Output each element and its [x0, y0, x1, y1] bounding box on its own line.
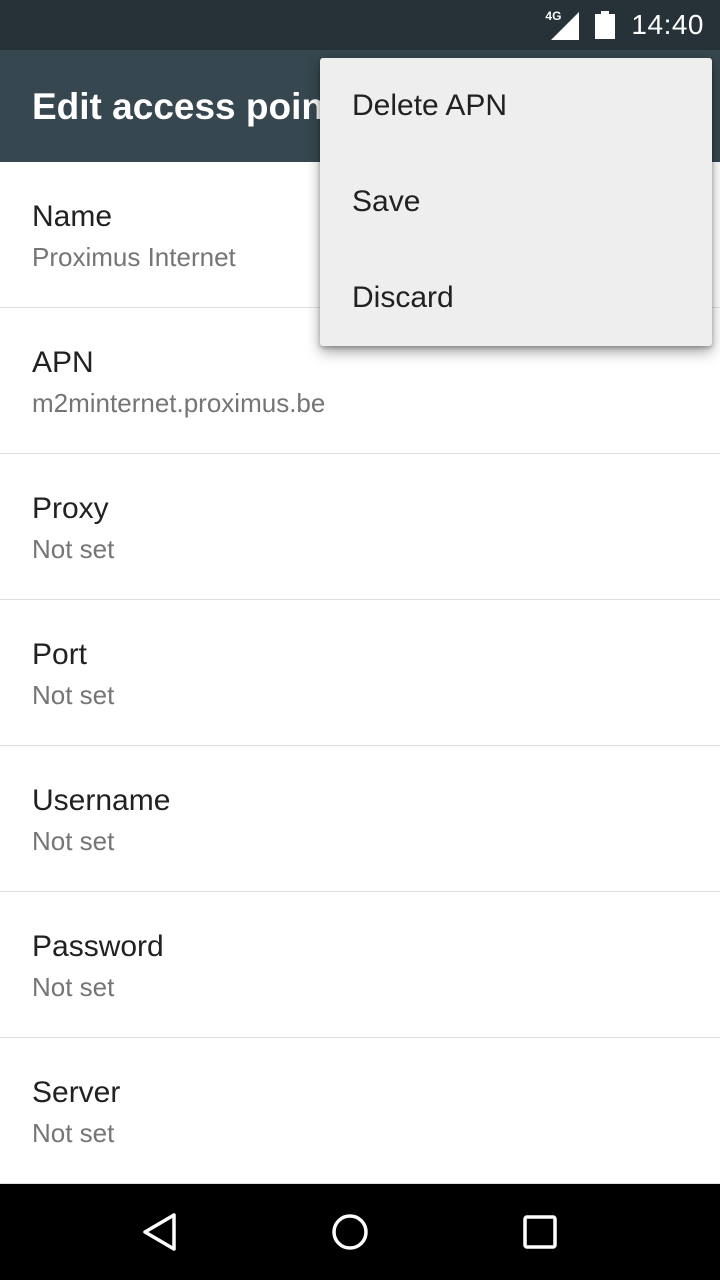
setting-value: m2minternet.proximus.be	[32, 388, 326, 418]
setting-password[interactable]: Password Not set	[0, 892, 720, 1038]
setting-title: Password	[32, 930, 164, 963]
setting-value: Not set	[32, 1118, 115, 1148]
setting-title: Username	[32, 784, 171, 817]
setting-title: Name	[32, 200, 113, 233]
navigation-bar	[0, 1184, 720, 1280]
setting-title: Proxy	[32, 492, 109, 525]
setting-value: Proximus Internet	[32, 242, 236, 272]
setting-value: Not set	[32, 534, 115, 564]
status-icons: 4G 14:40	[545, 0, 704, 50]
setting-port[interactable]: Port Not set	[0, 600, 720, 746]
menu-item-discard[interactable]: Discard	[320, 250, 712, 346]
signal-icon: 4G	[545, 9, 580, 40]
battery-icon	[595, 11, 616, 39]
home-button[interactable]	[302, 1184, 398, 1280]
clock: 14:40	[631, 9, 704, 40]
page-title: Edit access point	[32, 86, 337, 127]
overflow-menu: Delete APN Save Discard	[320, 58, 712, 346]
menu-item-save[interactable]: Save	[320, 154, 712, 250]
setting-server[interactable]: Server Not set	[0, 1038, 720, 1184]
status-bar: 4G 14:40	[0, 0, 720, 50]
back-button[interactable]	[112, 1184, 208, 1280]
setting-username[interactable]: Username Not set	[0, 746, 720, 892]
back-icon	[143, 1213, 176, 1251]
setting-value: Not set	[32, 826, 115, 856]
setting-value: Not set	[32, 680, 115, 710]
setting-title: Port	[32, 638, 88, 671]
menu-item-delete-apn[interactable]: Delete APN	[320, 58, 712, 154]
setting-value: Not set	[32, 972, 115, 1002]
setting-title: Server	[32, 1076, 121, 1109]
recents-button[interactable]	[492, 1184, 588, 1280]
setting-title: APN	[32, 346, 94, 379]
home-icon	[332, 1214, 368, 1250]
recents-icon	[523, 1215, 557, 1249]
setting-proxy[interactable]: Proxy Not set	[0, 454, 720, 600]
